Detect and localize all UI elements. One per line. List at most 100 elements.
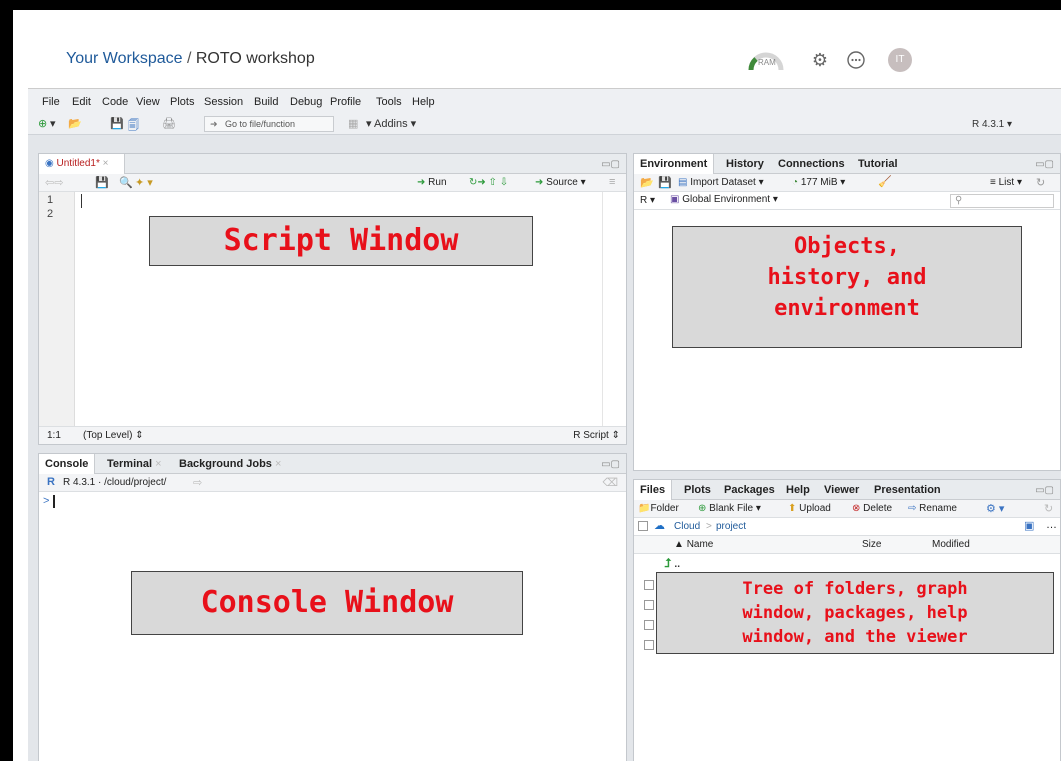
save-all-icon[interactable]: 🗐 bbox=[128, 117, 139, 136]
file-type-selector[interactable]: R Script ⇕ bbox=[573, 430, 620, 441]
import-dataset-button[interactable]: ▤ Import Dataset ▾ bbox=[678, 177, 764, 188]
minimize-maximize-icon[interactable]: ▭▢ bbox=[1035, 159, 1054, 170]
save-file-icon[interactable]: 💾 bbox=[95, 176, 109, 189]
more-icon[interactable]: … bbox=[1046, 519, 1057, 531]
tab-console[interactable]: Console bbox=[39, 454, 96, 474]
menu-tools[interactable]: Tools bbox=[376, 96, 402, 108]
menu-plots[interactable]: Plots bbox=[170, 96, 194, 108]
folder-icon: 📁 bbox=[638, 503, 651, 514]
column-size[interactable]: Size bbox=[862, 539, 881, 550]
close-icon[interactable]: × bbox=[103, 158, 109, 169]
more-options-icon[interactable] bbox=[846, 50, 866, 70]
ram-gauge-icon[interactable]: RAM bbox=[748, 50, 784, 72]
source-toolbar: ⇦⇨ 💾 🔍 ✦ ▾ ➜ Run ↻➜ ⇧ ⇩ ➜ Source ▾ ≡ bbox=[39, 174, 626, 192]
menu-debug[interactable]: Debug bbox=[290, 96, 322, 108]
column-modified[interactable]: Modified bbox=[932, 539, 970, 550]
language-label: R bbox=[640, 195, 648, 206]
gear-icon[interactable]: ⚙ bbox=[810, 50, 830, 70]
minimize-maximize-icon[interactable]: ▭▢ bbox=[601, 159, 620, 170]
r-version-menu[interactable]: R 4.3.1 ▾ bbox=[972, 119, 1012, 130]
delete-button[interactable]: ⊗ Delete bbox=[852, 503, 892, 514]
tab-background-jobs[interactable]: Background Jobs × bbox=[179, 454, 281, 474]
search-icon[interactable]: 🔍 bbox=[119, 176, 133, 189]
menu-view[interactable]: View bbox=[136, 96, 160, 108]
tab-connections[interactable]: Connections bbox=[778, 154, 845, 174]
new-folder-button[interactable]: 📁Folder bbox=[638, 503, 679, 514]
menu-bar: File Edit Code View Plots Session Build … bbox=[28, 89, 1061, 113]
workspace-link[interactable]: Your Workspace bbox=[66, 50, 183, 67]
rerun-icon[interactable]: ↻➜ ⇧ ⇩ bbox=[469, 177, 508, 188]
environment-search-input[interactable]: ⚲ bbox=[950, 194, 1054, 208]
select-all-checkbox[interactable] bbox=[638, 521, 648, 531]
open-project-icon[interactable]: 📂 bbox=[68, 117, 82, 130]
broom-icon[interactable]: 🧹 bbox=[878, 175, 892, 188]
run-button[interactable]: ➜ Run bbox=[417, 177, 447, 188]
dropdown-icon[interactable]: ▾ bbox=[50, 117, 56, 130]
editor-scrollbar[interactable] bbox=[602, 192, 626, 426]
tab-untitled1[interactable]: ◉ Untitled1* × bbox=[39, 154, 125, 174]
avatar[interactable]: IT bbox=[888, 48, 912, 72]
new-file-icon[interactable]: ⊕ bbox=[38, 117, 47, 130]
scope-selector[interactable]: ▣ Global Environment ▾ bbox=[670, 194, 778, 205]
scope-selector[interactable]: (Top Level) ⇕ bbox=[83, 430, 144, 441]
breadcrumb-project[interactable]: project bbox=[716, 521, 746, 532]
wand-icon[interactable]: ✦ ▾ bbox=[135, 176, 153, 189]
close-icon[interactable]: × bbox=[155, 458, 161, 470]
more-gear-icon[interactable]: ⚙ ▾ bbox=[986, 502, 1004, 515]
console-path: R 4.3.1 · /cloud/project/ bbox=[63, 477, 167, 488]
close-icon[interactable]: × bbox=[275, 458, 281, 470]
tab-environment[interactable]: Environment bbox=[634, 154, 715, 174]
minimize-maximize-icon[interactable]: ▭▢ bbox=[1035, 485, 1054, 496]
source-button[interactable]: ➜ Source ▾ bbox=[535, 177, 586, 188]
file-checkbox[interactable] bbox=[644, 600, 654, 610]
menu-session[interactable]: Session bbox=[204, 96, 243, 108]
save-workspace-icon[interactable]: 💾 bbox=[658, 176, 672, 189]
clear-console-icon[interactable]: ⌫ bbox=[602, 476, 618, 489]
tab-plots[interactable]: Plots bbox=[684, 480, 711, 500]
tab-history[interactable]: History bbox=[726, 154, 764, 174]
menu-code[interactable]: Code bbox=[102, 96, 128, 108]
language-selector[interactable]: R ▾ bbox=[640, 195, 655, 206]
goto-placeholder: Go to file/function bbox=[225, 119, 296, 129]
parent-dir-row[interactable]: ⮥ .. bbox=[664, 556, 680, 571]
refresh-icon[interactable]: ↻ bbox=[1044, 502, 1053, 515]
goto-file-input[interactable]: ➜ Go to file/function bbox=[204, 116, 334, 132]
print-icon[interactable]: 🖨 bbox=[162, 117, 176, 130]
menu-help[interactable]: Help bbox=[412, 96, 435, 108]
back-forward-icon[interactable]: ⇦⇨ bbox=[45, 176, 63, 189]
menu-build[interactable]: Build bbox=[254, 96, 278, 108]
menu-edit[interactable]: Edit bbox=[72, 96, 91, 108]
file-checkbox[interactable] bbox=[644, 580, 654, 590]
tab-tutorial[interactable]: Tutorial bbox=[858, 154, 898, 174]
menu-file[interactable]: File bbox=[42, 96, 60, 108]
memory-usage[interactable]: ◔ 177 MiB ▾ bbox=[792, 177, 845, 188]
rename-button[interactable]: ⇨ Rename bbox=[908, 503, 957, 514]
tab-files[interactable]: Files bbox=[634, 480, 673, 500]
file-checkbox[interactable] bbox=[644, 640, 654, 650]
list-label: List bbox=[998, 177, 1015, 188]
file-checkbox[interactable] bbox=[644, 620, 654, 630]
minimize-maximize-icon[interactable]: ▭▢ bbox=[601, 459, 620, 470]
upload-button[interactable]: ⬆ Upload bbox=[788, 503, 831, 514]
load-workspace-icon[interactable]: 📂 bbox=[640, 176, 654, 189]
tab-terminal[interactable]: Terminal × bbox=[107, 454, 162, 474]
tab-presentation[interactable]: Presentation bbox=[874, 480, 941, 500]
r-project-icon[interactable]: ▣ bbox=[1024, 519, 1034, 532]
tab-packages[interactable]: Packages bbox=[724, 480, 775, 500]
column-name[interactable]: ▲ Name bbox=[674, 539, 713, 550]
blank-file-button[interactable]: ⊕ Blank File ▾ bbox=[698, 503, 761, 514]
annotation-script-window: Script Window bbox=[149, 216, 533, 266]
go-to-dir-icon[interactable]: ⇨ bbox=[193, 476, 202, 489]
refresh-icon[interactable]: ↻ bbox=[1036, 176, 1045, 189]
addins-menu[interactable]: ▾ Addins ▾ bbox=[366, 117, 416, 130]
left-border bbox=[10, 10, 19, 761]
console-tabbar: Console Terminal × Background Jobs × ▭▢ bbox=[39, 454, 626, 474]
tab-help[interactable]: Help bbox=[786, 480, 810, 500]
breadcrumb-cloud[interactable]: Cloud bbox=[674, 521, 700, 532]
grid-icon[interactable]: ▦ bbox=[348, 117, 358, 130]
outline-icon[interactable]: ≡ bbox=[609, 176, 615, 188]
save-icon[interactable]: 💾 bbox=[110, 117, 124, 130]
tab-viewer[interactable]: Viewer bbox=[824, 480, 859, 500]
menu-profile[interactable]: Profile bbox=[330, 96, 361, 108]
list-view-selector[interactable]: ≡ List ▾ bbox=[990, 177, 1022, 188]
